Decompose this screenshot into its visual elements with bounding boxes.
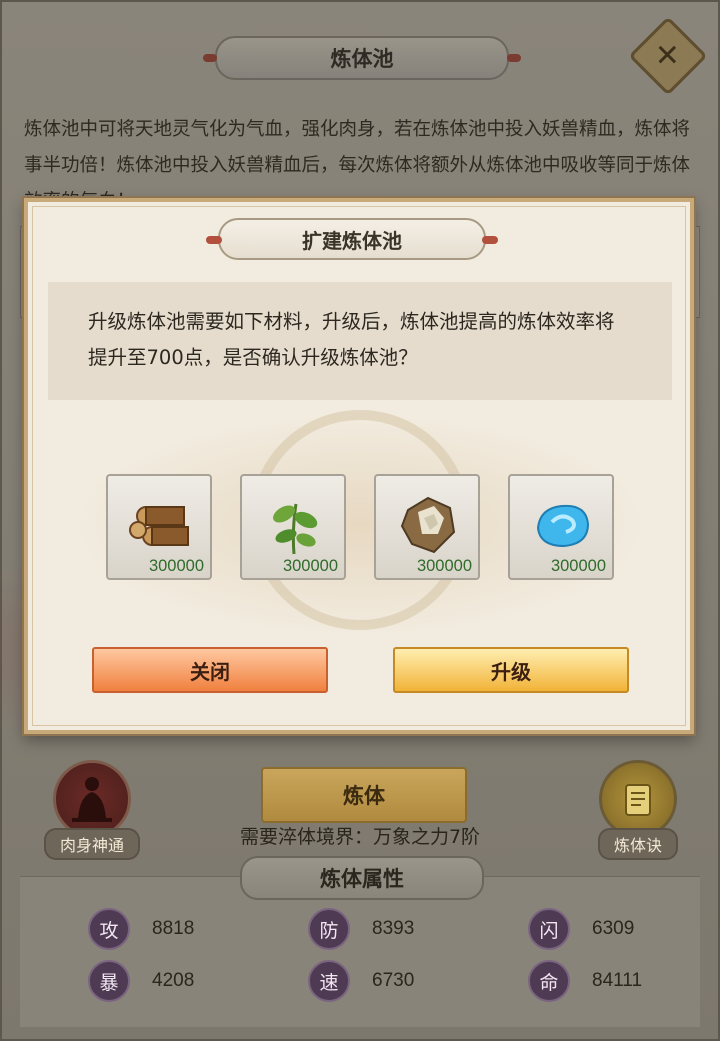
refine-body-button[interactable]: 炼体 [261,767,467,823]
attribute-defense: 防 8393 [308,908,414,950]
wood-logs-icon [129,506,189,546]
material-slot-crystal[interactable]: 300000 [508,474,614,580]
attribute-value: 84111 [592,970,643,991]
material-quantity: 300000 [416,557,472,575]
attribute-crit: 暴 4208 [88,960,194,1002]
close-x-icon: ✕ [655,38,681,74]
herb-plant-icon [273,503,318,555]
page-title: 炼体池 [203,36,521,80]
attributes-title: 炼体属性 [240,856,484,900]
material-quantity: 300000 [148,557,204,575]
attribute-speed: 速 6730 [308,960,414,1002]
attribute-value: 6730 [372,970,415,991]
material-slot-ore[interactable]: 300000 [374,474,480,580]
attribute-value: 4208 [152,970,195,991]
requirement-text: 需要淬体境界：万象之力7阶 [239,826,481,848]
ore-stone-icon [400,496,456,554]
attribute-badge: 暴 [88,960,130,1002]
attribute-badge: 闪 [528,908,570,950]
attribute-attack: 攻 8818 [88,908,194,950]
attribute-value: 8393 [372,918,415,939]
attribute-badge: 攻 [88,908,130,950]
attribute-badge: 速 [308,960,350,1002]
attribute-badge: 命 [528,960,570,1002]
attribute-value: 8818 [152,918,195,939]
attribute-dodge: 闪 6309 [528,908,634,950]
dialog-title: 扩建炼体池 [206,218,498,260]
material-slot-wood[interactable]: 300000 [106,474,212,580]
blue-crystal-icon [536,504,590,548]
material-quantity: 300000 [550,557,606,575]
attribute-hp: 命 84111 [528,960,642,1002]
upgrade-button[interactable]: 升级 [393,647,629,693]
material-slot-herb[interactable]: 300000 [240,474,346,580]
attribute-badge: 防 [308,908,350,950]
dialog-message: 升级炼体池需要如下材料，升级后，炼体池提高的炼体效率将提升至700点，是否确认升… [48,282,672,400]
material-quantity: 300000 [282,557,338,575]
close-button[interactable]: 关闭 [92,647,328,693]
attribute-value: 6309 [592,918,635,939]
